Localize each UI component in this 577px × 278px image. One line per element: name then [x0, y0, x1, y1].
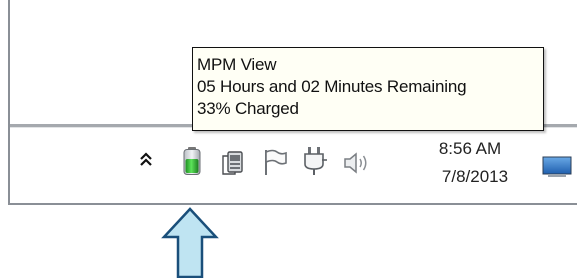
- up-arrow-annotation-icon: [161, 207, 219, 278]
- tooltip-title: MPM View: [197, 55, 277, 74]
- clock-time[interactable]: 8:56 AM: [425, 139, 515, 159]
- network-adapter-icon[interactable]: [222, 148, 248, 176]
- show-desktop-icon[interactable]: [542, 156, 572, 178]
- action-center-flag-icon[interactable]: [263, 148, 289, 176]
- tooltip-time-remaining: 05 Hours and 02 Minutes Remaining: [197, 77, 467, 96]
- speaker-volume-icon[interactable]: [343, 151, 371, 175]
- power-plug-icon[interactable]: [302, 146, 328, 176]
- show-hidden-icons-chevron-icon[interactable]: [140, 152, 152, 168]
- tooltip-charge-status: 33% Charged: [197, 99, 299, 118]
- battery-tooltip: MPM View 05 Hours and 02 Minutes Remaini…: [192, 47, 544, 131]
- clock-date[interactable]: 7/8/2013: [430, 167, 520, 187]
- battery-icon[interactable]: [182, 146, 202, 176]
